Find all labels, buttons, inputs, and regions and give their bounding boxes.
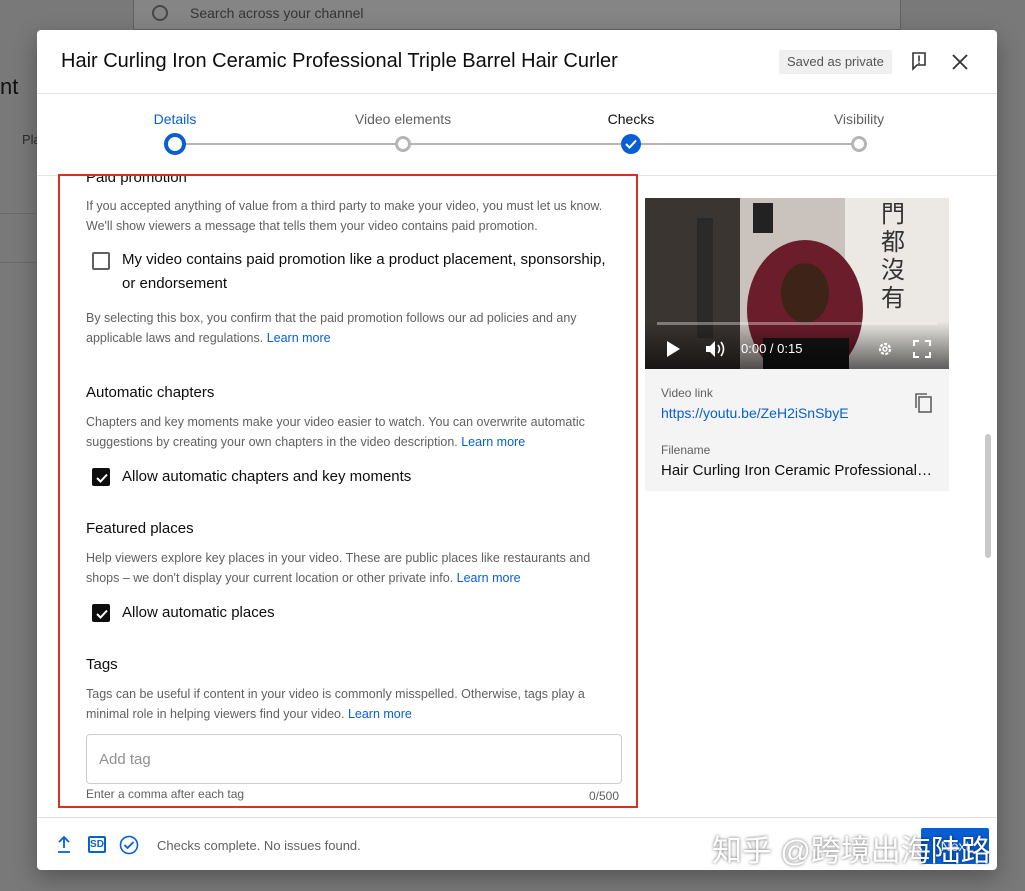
sd-quality-badge[interactable]: SD (88, 836, 106, 853)
paid-promotion-checkbox[interactable] (92, 252, 110, 270)
step-visibility-indicator (851, 136, 867, 152)
tag-helper-text: Enter a comma after each tag (86, 787, 245, 801)
checkmark-icon (96, 473, 108, 483)
video-time: 0:00 / 0:15 (741, 341, 803, 356)
step-details[interactable]: Details (95, 94, 255, 155)
filename-label: Filename (661, 443, 711, 457)
upload-details-dialog: Hair Curling Iron Ceramic Professional T… (37, 30, 997, 870)
video-overlay-text: 門都沒有 (881, 200, 905, 312)
checks-status-text: Checks complete. No issues found. (157, 838, 361, 853)
watermark-text: 知乎 @跨境出海陆路 (712, 835, 991, 868)
stepper-connector (175, 143, 403, 145)
paid-promotion-note-text: By selecting this box, you confirm that … (86, 311, 577, 345)
tags-description: Tags can be useful if content in your vi… (86, 684, 626, 724)
video-link[interactable]: https://youtu.be/ZeH2iSnSbyE (661, 405, 849, 421)
paid-promotion-checkbox-label[interactable]: My video contains paid promotion like a … (122, 248, 622, 296)
tags-learn-more-link[interactable]: Learn more (348, 707, 412, 721)
featured-places-learn-more-link[interactable]: Learn more (457, 571, 521, 585)
video-link-label: Video link (661, 386, 713, 400)
step-video-elements-indicator (395, 136, 411, 152)
automatic-chapters-description: Chapters and key moments make your video… (86, 412, 626, 452)
dialog-title: Hair Curling Iron Ceramic Professional T… (61, 50, 618, 72)
dialog-content: Paid promotion If you accepted anything … (37, 174, 997, 817)
play-icon[interactable] (665, 340, 681, 358)
fullscreen-icon[interactable] (913, 340, 931, 358)
tags-description-text: Tags can be useful if content in your vi… (86, 687, 585, 721)
step-checks-indicator (621, 134, 641, 154)
step-visibility-label: Visibility (833, 111, 885, 127)
tags-title: Tags (86, 656, 118, 673)
paid-promotion-note: By selecting this box, you confirm that … (86, 308, 626, 348)
upload-stepper: Details Video elements Checks Visibility (37, 94, 997, 176)
step-visibility[interactable]: Visibility (779, 94, 939, 152)
highlighted-settings-region: Paid promotion If you accepted anything … (58, 174, 638, 808)
video-preview-card: 門都沒有 0:00 / 0:15 Video link https://yout… (645, 198, 949, 491)
automatic-chapters-checkbox-label[interactable]: Allow automatic chapters and key moments (122, 465, 411, 489)
saved-status-badge: Saved as private (779, 50, 892, 74)
step-video-elements-label: Video elements (354, 111, 452, 127)
check-icon (625, 139, 637, 149)
upload-icon[interactable] (57, 835, 71, 853)
copy-icon[interactable] (913, 392, 933, 414)
volume-icon[interactable] (705, 340, 727, 358)
step-checks-label: Checks (607, 111, 655, 127)
featured-places-description: Help viewers explore key places in your … (86, 548, 626, 588)
filename-value: Hair Curling Iron Ceramic Professional T… (661, 462, 933, 479)
step-details-indicator (164, 133, 186, 155)
checks-complete-icon[interactable] (119, 835, 139, 855)
video-player[interactable]: 門都沒有 0:00 / 0:15 (645, 198, 949, 369)
featured-places-checkbox[interactable] (92, 604, 110, 622)
checkmark-icon (96, 609, 108, 619)
tag-input[interactable] (86, 734, 622, 784)
automatic-chapters-checkbox[interactable] (92, 468, 110, 486)
stepper-connector (403, 143, 631, 145)
featured-places-title: Featured places (86, 520, 194, 537)
automatic-chapters-learn-more-link[interactable]: Learn more (461, 435, 525, 449)
close-icon[interactable] (950, 52, 970, 72)
step-details-label: Details (153, 111, 197, 127)
dialog-header: Hair Curling Iron Ceramic Professional T… (37, 30, 997, 94)
featured-places-checkbox-label[interactable]: Allow automatic places (122, 601, 275, 625)
scrollbar-thumb[interactable] (985, 434, 991, 558)
report-issue-icon[interactable] (911, 51, 929, 71)
step-checks[interactable]: Checks (551, 94, 711, 154)
stepper-connector (631, 143, 859, 145)
paid-promotion-description: If you accepted anything of value from a… (86, 199, 603, 233)
video-progress-bar[interactable] (657, 322, 937, 325)
paid-promotion-title: Paid promotion (86, 174, 187, 186)
step-video-elements[interactable]: Video elements (323, 94, 483, 152)
tag-character-counter: 0/500 (589, 789, 620, 803)
paid-promotion-learn-more-link[interactable]: Learn more (267, 331, 331, 345)
automatic-chapters-title: Automatic chapters (86, 384, 215, 401)
settings-gear-icon[interactable] (876, 340, 894, 358)
